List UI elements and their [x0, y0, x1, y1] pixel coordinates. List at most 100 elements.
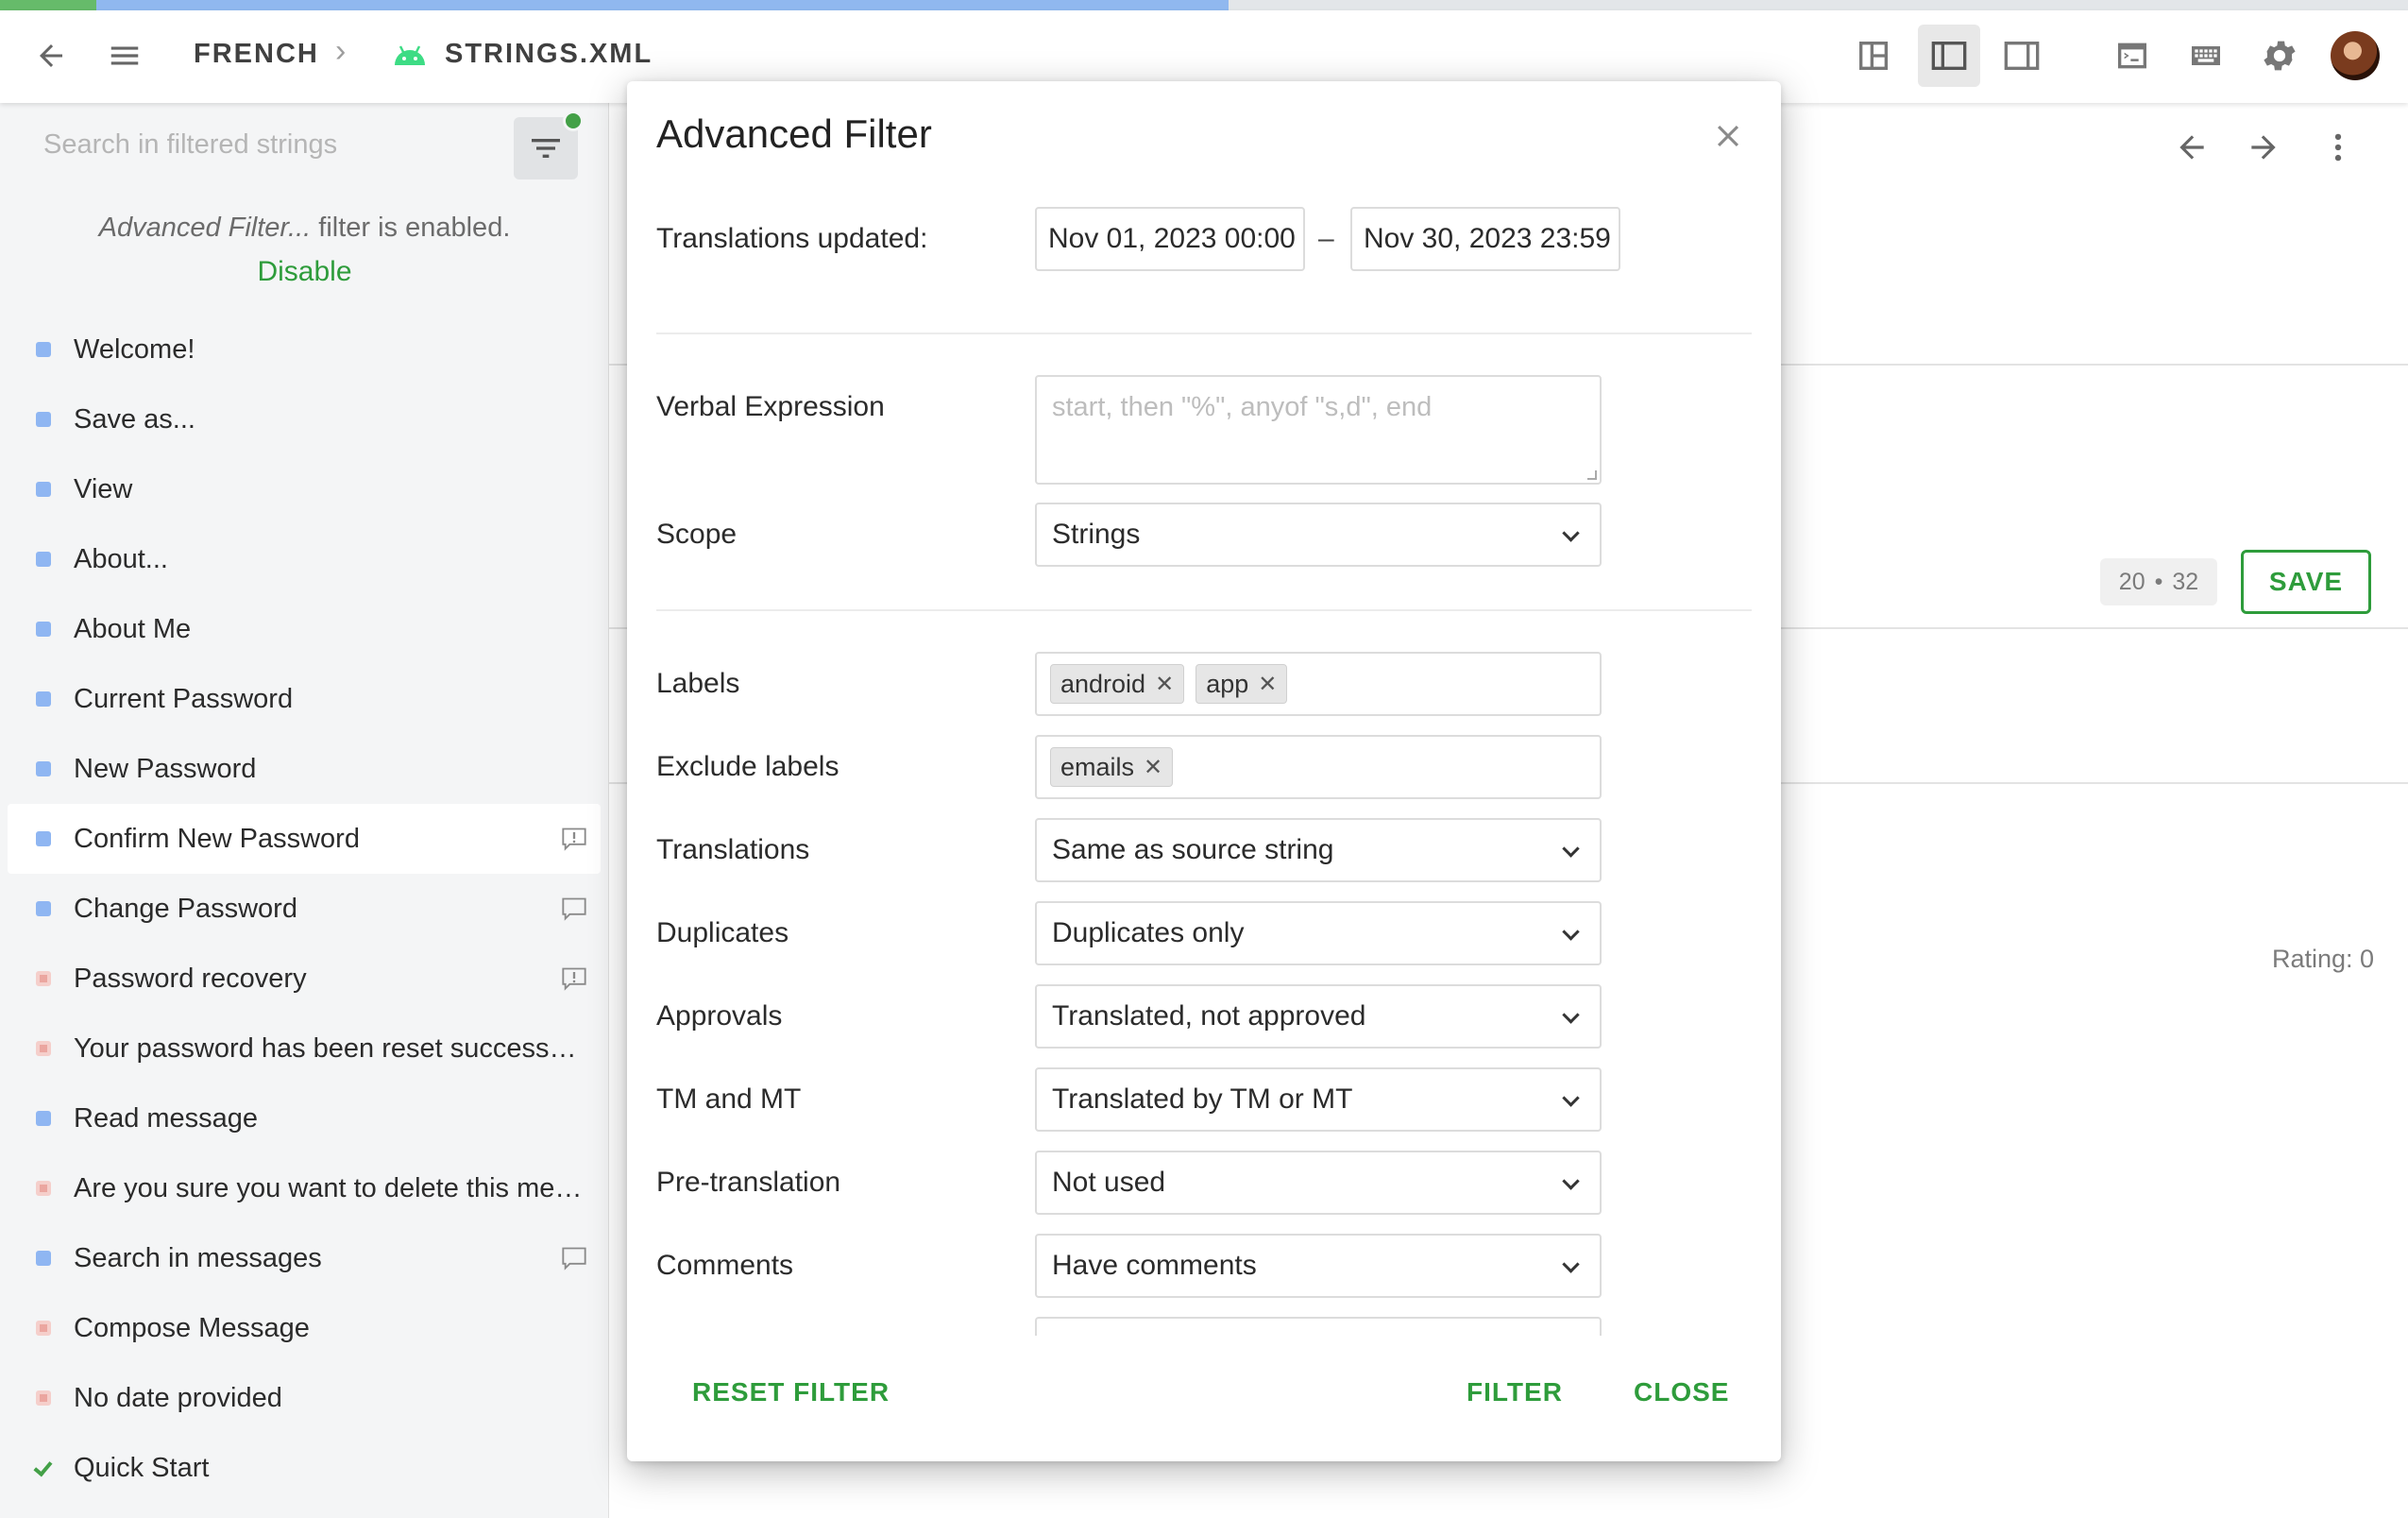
issue-icon: [561, 966, 587, 996]
string-label: Save as...: [74, 403, 195, 435]
string-label: Are you sure you want to delete this mes…: [74, 1172, 584, 1203]
verbal-expression-input[interactable]: start, then "%", anyof "s,d", end: [1035, 375, 1602, 485]
label-chip: android ✕: [1050, 664, 1185, 704]
dialog-divider: [656, 609, 1752, 611]
more-options-button[interactable]: [2314, 123, 2363, 172]
pretranslation-label: Pre-translation: [656, 1167, 841, 1198]
close-icon: [1717, 125, 1739, 147]
duplicates-select[interactable]: Duplicates only: [1035, 901, 1602, 965]
filter-icon: [532, 139, 560, 158]
previous-string-button[interactable]: [2167, 123, 2216, 172]
disable-filter-link[interactable]: Disable: [0, 256, 609, 288]
string-label: Search in messages: [74, 1242, 322, 1273]
close-button[interactable]: CLOSE: [1634, 1377, 1729, 1407]
layout-grid-icon: [1859, 42, 1888, 70]
next-string-button[interactable]: [2239, 123, 2288, 172]
chip-remove-icon[interactable]: ✕: [1144, 754, 1162, 781]
char-counter-separator: •: [2154, 568, 2163, 595]
reset-filter-button[interactable]: RESET FILTER: [692, 1377, 890, 1407]
sidebar-string-item[interactable]: Are you sure you want to delete this mes…: [8, 1153, 601, 1223]
status-marker: [36, 482, 51, 497]
translations-updated-label: Translations updated:: [656, 223, 928, 254]
string-label: Read message: [74, 1102, 259, 1134]
chip-remove-icon[interactable]: ✕: [1155, 671, 1174, 698]
status-marker: [36, 831, 51, 846]
sidebar-string-item[interactable]: Confirm New Password: [8, 804, 601, 874]
date-from-input[interactable]: Nov 01, 2023 00:00: [1035, 207, 1305, 271]
keyboard-icon: [2192, 46, 2220, 65]
sidebar-string-item[interactable]: About...: [8, 524, 601, 594]
gear-icon: [2264, 41, 2296, 71]
menu-button[interactable]: [100, 31, 149, 80]
comment-icon: [561, 1246, 587, 1275]
filter-notice-text: filter is enabled.: [311, 213, 511, 243]
back-button[interactable]: [26, 31, 76, 80]
sidebar-string-item[interactable]: No date provided: [8, 1363, 601, 1433]
status-marker: [36, 1111, 51, 1126]
search-input[interactable]: Search in filtered strings: [43, 129, 337, 161]
date-to-input[interactable]: Nov 30, 2023 23:59: [1350, 207, 1620, 271]
translations-select[interactable]: Same as source string: [1035, 818, 1602, 882]
layout-panel-button[interactable]: [1997, 31, 2046, 80]
save-button[interactable]: SAVE: [2241, 550, 2371, 614]
status-marker: [36, 901, 51, 916]
sidebar-string-item[interactable]: Search in messages: [8, 1223, 601, 1293]
breadcrumb-file[interactable]: STRINGS.XML: [445, 39, 653, 70]
scope-select[interactable]: Strings: [1035, 503, 1602, 567]
string-label: New Password: [74, 753, 257, 784]
avatar[interactable]: [2331, 31, 2380, 80]
save-label[interactable]: SAVE: [2269, 567, 2343, 597]
status-marker: [36, 412, 51, 427]
string-label: Confirm New Password: [74, 823, 360, 854]
duplicates-label: Duplicates: [656, 917, 789, 948]
sidebar-string-item[interactable]: Quick Start: [8, 1433, 601, 1503]
status-marker: [36, 1251, 51, 1266]
approvals-select[interactable]: Translated, not approved: [1035, 984, 1602, 1049]
arrow-left-icon: [2179, 135, 2204, 160]
layout-sidebar-button[interactable]: [1918, 25, 1980, 87]
date-to-value: Nov 30, 2023 23:59: [1364, 223, 1611, 254]
sidebar-string-item[interactable]: New Password: [8, 734, 601, 804]
pretranslation-select[interactable]: Not used: [1035, 1151, 1602, 1215]
sidebar-string-item[interactable]: Current Password: [8, 664, 601, 734]
tm-mt-select[interactable]: Translated by TM or MT: [1035, 1067, 1602, 1132]
more-vertical-icon: [2334, 133, 2342, 162]
progress-bar: [0, 0, 2408, 10]
sidebar-string-item[interactable]: View: [8, 454, 601, 524]
string-label: Your password has been reset successfull…: [74, 1032, 584, 1064]
sidebar-left-icon: [1931, 42, 1967, 70]
chip-remove-icon[interactable]: ✕: [1258, 671, 1277, 698]
sidebar-string-item[interactable]: Welcome!: [8, 315, 601, 384]
scope-value: Strings: [1052, 519, 1141, 550]
filter-button-apply[interactable]: FILTER: [1467, 1377, 1563, 1407]
exclude-labels-label: Exclude labels: [656, 751, 839, 782]
terminal-button[interactable]: [2108, 31, 2157, 80]
layout-split-button[interactable]: [1849, 31, 1898, 80]
disable-filter-label[interactable]: Disable: [257, 256, 351, 287]
sidebar-string-item[interactable]: Password recovery: [8, 944, 601, 1014]
resize-grip-icon[interactable]: [1587, 470, 1597, 480]
issue-icon: [561, 827, 587, 856]
approvals-value: Translated, not approved: [1052, 1000, 1366, 1032]
char-counter: 20 • 32: [2100, 558, 2217, 605]
next-field-partial[interactable]: [1035, 1317, 1602, 1336]
sidebar-string-item[interactable]: Change Password: [8, 874, 601, 944]
dialog-close-button[interactable]: [1705, 113, 1751, 159]
labels-input[interactable]: android ✕ app ✕: [1035, 652, 1602, 716]
breadcrumb-project[interactable]: FRENCH: [194, 39, 319, 70]
comments-select[interactable]: Have comments: [1035, 1234, 1602, 1298]
sidebar-string-item[interactable]: About Me: [8, 594, 601, 664]
exclude-labels-input[interactable]: emails ✕: [1035, 735, 1602, 799]
keyboard-button[interactable]: [2181, 31, 2230, 80]
sidebar-string-item[interactable]: Read message: [8, 1083, 601, 1153]
string-label: About...: [74, 543, 168, 574]
sidebar-string-item[interactable]: Save as...: [8, 384, 601, 454]
settings-button[interactable]: [2255, 31, 2304, 80]
status-marker: [36, 342, 51, 357]
comments-value: Have comments: [1052, 1250, 1257, 1281]
sidebar-string-item[interactable]: Compose Message: [8, 1293, 601, 1363]
scope-label: Scope: [656, 519, 738, 550]
comments-label: Comments: [656, 1250, 794, 1281]
sidebar-string-item[interactable]: Your password has been reset successfull…: [8, 1014, 601, 1083]
hamburger-icon: [110, 46, 139, 65]
